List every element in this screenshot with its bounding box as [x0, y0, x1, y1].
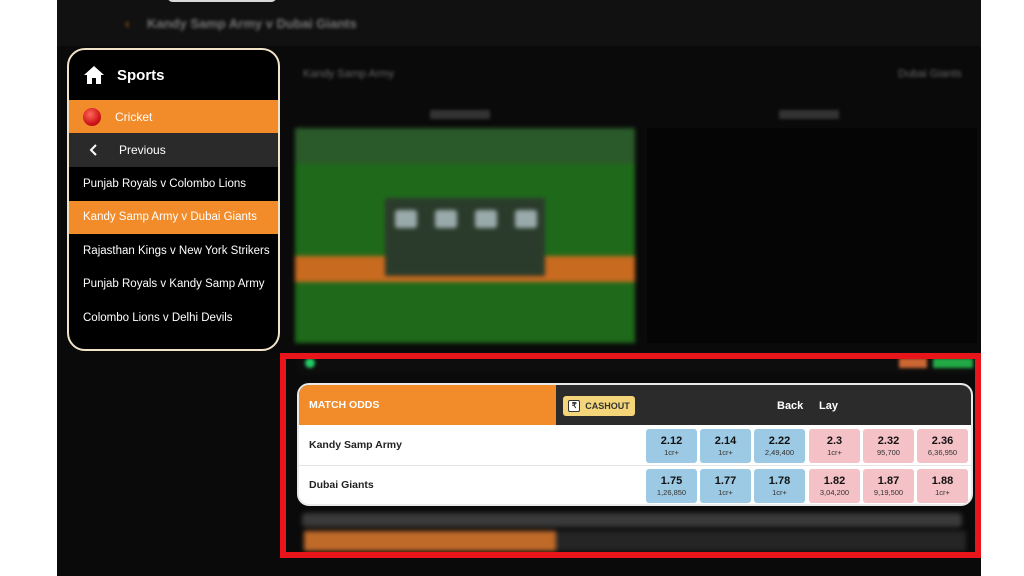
previous-label: Previous [119, 143, 166, 157]
stats-tab[interactable] [779, 110, 839, 119]
page-title: Kandy Samp Army v Dubai Giants [147, 16, 357, 31]
home-team-label: Kandy Samp Army [303, 68, 395, 80]
cricket-ball-icon [83, 107, 101, 126]
match-item[interactable]: Rajasthan Kings v New York Strikers [69, 234, 278, 268]
top-handle [167, 0, 277, 2]
match-item-active[interactable]: Kandy Samp Army v Dubai Giants [69, 200, 278, 234]
home-icon [84, 66, 104, 84]
top-bar: ‹ Kandy Samp Army v Dubai Giants [57, 0, 981, 46]
highlight-box [280, 353, 981, 558]
match-label: Kandy Samp Army v Dubai Giants [83, 211, 257, 224]
live-stream[interactable] [295, 128, 635, 343]
back-icon[interactable]: ‹ [125, 15, 130, 31]
sports-menu: Sports Cricket Previous Punjab Royals v … [67, 48, 280, 351]
match-label: Colombo Lions v Delhi Devils [83, 311, 233, 324]
match-item[interactable]: Colombo Lions v Delhi Devils [69, 301, 278, 335]
sports-title: Sports [117, 66, 165, 84]
sport-label: Cricket [115, 109, 153, 124]
previous-button[interactable]: Previous [69, 133, 278, 167]
match-item[interactable]: Punjab Royals v Kandy Samp Army [69, 268, 278, 302]
match-label: Punjab Royals v Kandy Samp Army [83, 278, 265, 291]
sport-cricket[interactable]: Cricket [69, 100, 278, 133]
scorecard-tab[interactable] [430, 110, 490, 119]
sports-header[interactable]: Sports [69, 50, 278, 100]
match-label: Rajasthan Kings v New York Strikers [83, 244, 270, 257]
match-label: Punjab Royals v Colombo Lions [83, 177, 247, 190]
match-item[interactable]: Punjab Royals v Colombo Lions [69, 167, 278, 201]
chevron-left-icon [89, 144, 97, 156]
away-team-label: Dubai Giants [898, 68, 962, 80]
scoreboard-panel [647, 128, 977, 343]
